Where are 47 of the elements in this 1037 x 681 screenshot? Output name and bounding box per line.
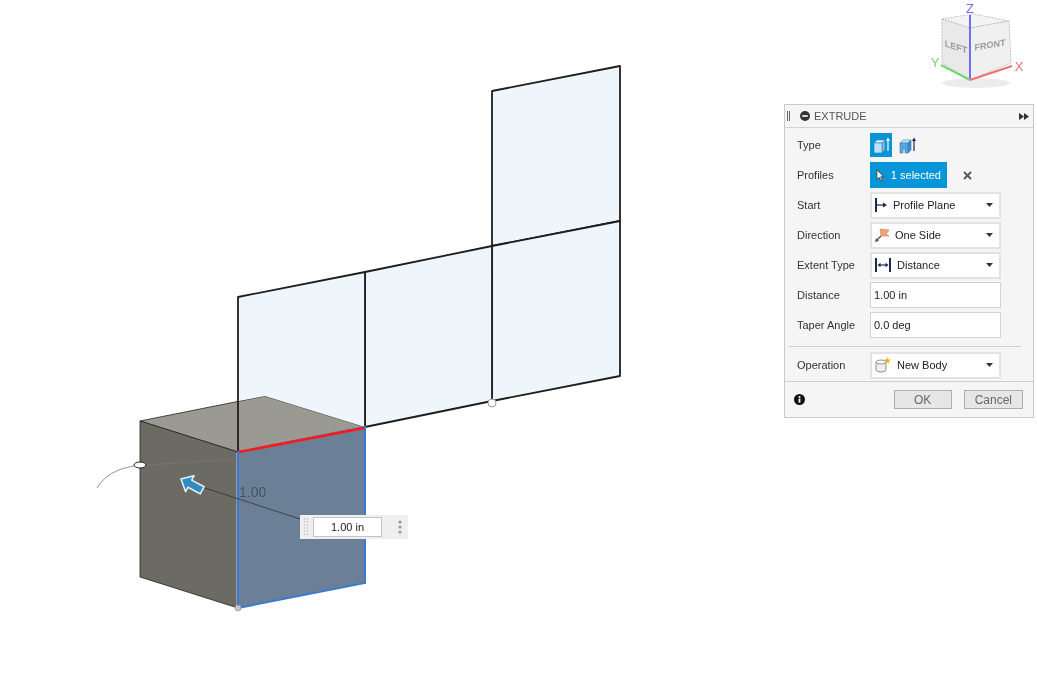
field-label: Type <box>797 139 822 151</box>
caret-icon <box>986 203 993 207</box>
expand-icon[interactable] <box>1019 112 1029 120</box>
double-arrow-icon <box>875 258 891 272</box>
dropdown[interactable]: Profile Plane <box>870 191 1001 219</box>
view-cube[interactable] <box>941 13 1012 88</box>
caret-icon <box>986 363 993 367</box>
field-label: Direction <box>797 229 842 241</box>
line-arrow-icon <box>875 198 887 212</box>
info-icon[interactable] <box>794 394 805 405</box>
cube-arrow-icon <box>872 136 890 154</box>
grip-icon[interactable] <box>787 111 790 121</box>
dropdown[interactable]: Distance <box>870 251 1001 279</box>
axis-label: X <box>1014 59 1024 74</box>
input-field[interactable]: 0.0 deg <box>870 312 1001 338</box>
dimension-value: 1.00 <box>239 484 267 500</box>
collapse-icon[interactable] <box>800 111 810 121</box>
dropdown[interactable]: One Side <box>870 221 1001 249</box>
cancel-button[interactable]: Cancel <box>963 390 1023 409</box>
sketch-point <box>487 398 497 408</box>
field-label: Profiles <box>797 169 835 181</box>
rotation-handle[interactable] <box>133 461 147 469</box>
field-label: Operation <box>797 359 847 371</box>
dropdown[interactable]: New Body <box>870 351 1001 379</box>
axis-label: Z <box>966 1 974 16</box>
caret-icon <box>986 263 993 267</box>
arrow-handle[interactable] <box>180 475 205 495</box>
cursor-icon <box>876 167 885 183</box>
input-field[interactable]: 1.00 in <box>870 282 1001 308</box>
grip-icon[interactable] <box>303 518 309 536</box>
field-label: Taper Angle <box>797 319 857 331</box>
field-label: Extent Type <box>797 259 856 271</box>
input-field[interactable]: 1.00 in <box>313 517 382 537</box>
clear-icon[interactable] <box>963 170 972 180</box>
cylinder-star-icon <box>875 357 891 373</box>
axis-label: Y <box>930 55 940 70</box>
thin-wall-arrow-icon <box>898 136 916 154</box>
type-option[interactable] <box>870 133 892 157</box>
vertex-point <box>234 604 242 612</box>
panel-title: EXTRUDE <box>814 110 868 122</box>
flag-arrow-icon <box>875 228 889 242</box>
cube-face-label: LEFT <box>944 38 968 56</box>
caret-icon <box>986 233 993 237</box>
field-label: Distance <box>797 289 841 301</box>
ok-button[interactable]: OK <box>893 390 952 409</box>
field-label: Start <box>797 199 822 211</box>
cube-face-label: FRONT <box>974 37 1006 53</box>
